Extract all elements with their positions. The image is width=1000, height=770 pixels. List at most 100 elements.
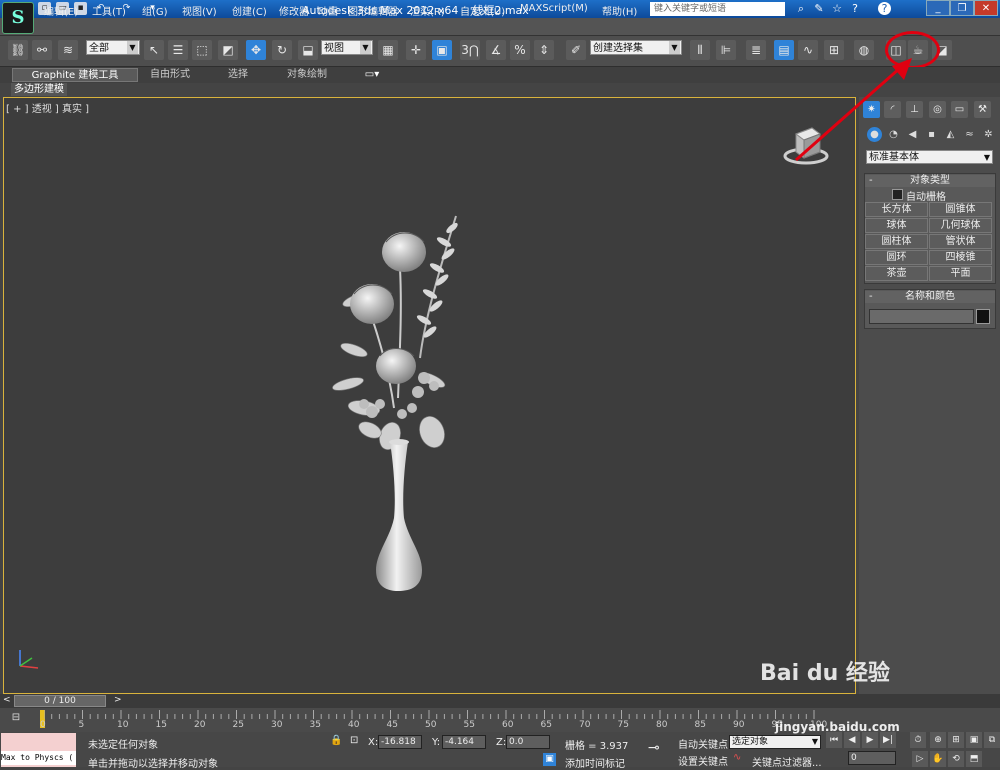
motion-panel-icon[interactable]: ◎ <box>929 101 946 118</box>
select-and-rotate-icon[interactable]: ↻ <box>272 40 292 60</box>
field-of-view-icon[interactable]: ▷ <box>912 751 928 767</box>
auto-key-label[interactable]: 自动关键点 <box>678 736 728 751</box>
y-coordinate-field[interactable]: -4.164 <box>442 735 486 749</box>
goto-start-icon[interactable]: ⏮ <box>826 732 842 748</box>
select-manipulate-icon[interactable]: ✛ <box>406 40 426 60</box>
named-selection-dropdown[interactable]: 创建选择集 ▼ <box>590 40 682 55</box>
display-panel-icon[interactable]: ▭ <box>951 101 968 118</box>
time-slider-track[interactable] <box>0 694 1000 708</box>
cylinder-button[interactable]: 圆柱体 <box>865 234 928 249</box>
menu-create[interactable]: 创建(C) <box>232 3 267 18</box>
zoom-extents-icon[interactable]: ▣ <box>966 732 982 748</box>
pivot-center-icon[interactable]: ▦ <box>378 40 398 60</box>
utilities-panel-icon[interactable]: ⚒ <box>974 101 991 118</box>
helpers-icon[interactable]: ◭ <box>943 127 958 142</box>
x-coordinate-field[interactable]: -16.818 <box>378 735 422 749</box>
close-button[interactable]: ✕ <box>974 0 998 16</box>
search-input[interactable]: 键入关键字或短语 <box>650 2 785 16</box>
spinner-snap-icon[interactable]: ⇕ <box>534 40 554 60</box>
next-frame-icon[interactable]: ▶| <box>880 732 896 748</box>
tab-graphite-modeling[interactable]: Graphite 建模工具 <box>12 68 138 82</box>
rollout-header-name-color[interactable]: - 名称和颜色 <box>865 291 995 303</box>
object-color-swatch[interactable] <box>976 309 990 324</box>
box-button[interactable]: 长方体 <box>865 202 928 217</box>
menu-help[interactable]: 帮助(H) <box>602 3 637 18</box>
menu-group[interactable]: 组(G) <box>142 3 168 18</box>
minimize-button[interactable]: _ <box>926 0 950 16</box>
pan-icon[interactable]: ✋ <box>930 751 946 767</box>
subtab-polygon-modeling[interactable]: 多边形建模 <box>11 83 67 96</box>
help-icon[interactable]: ? <box>878 2 891 15</box>
systems-icon[interactable]: ✲ <box>981 127 996 142</box>
set-key-label[interactable]: 设置关键点 <box>678 753 728 768</box>
time-config-icon[interactable]: ⏱ <box>910 732 926 748</box>
torus-button[interactable]: 圆环 <box>865 250 928 265</box>
restore-button[interactable]: ❐ <box>950 0 974 16</box>
geosphere-button[interactable]: 几何球体 <box>929 218 992 233</box>
select-by-name-icon[interactable]: ☰ <box>168 40 188 60</box>
window-crossing-icon[interactable]: ◩ <box>218 40 238 60</box>
bind-space-warp-icon[interactable]: ≋ <box>58 40 78 60</box>
current-frame-field[interactable]: 0 <box>848 751 896 765</box>
menu-customize[interactable]: 自定义(U) <box>460 3 505 18</box>
menu-maxscript[interactable]: MAXScript(M) <box>520 3 588 14</box>
zoom-extents-all-icon[interactable]: ⧉ <box>984 732 1000 748</box>
menu-view[interactable]: 视图(V) <box>182 3 217 18</box>
select-object-icon[interactable]: ↖ <box>144 40 164 60</box>
maximize-viewport-icon[interactable]: ⬒ <box>966 751 982 767</box>
binoculars-icon[interactable]: ⌕ <box>794 2 808 16</box>
lock-icon[interactable]: 🔒 <box>330 735 342 746</box>
selection-filter-dropdown[interactable]: 全部 ▼ <box>86 40 140 55</box>
cone-button[interactable]: 圆锥体 <box>929 202 992 217</box>
plane-button[interactable]: 平面 <box>929 266 992 281</box>
mirror-icon[interactable]: ⫴ <box>690 40 710 60</box>
percent-snap-icon[interactable]: % <box>510 40 530 60</box>
key-mode-dropdown[interactable]: 选定对象 ▼ <box>729 735 821 749</box>
select-and-scale-icon[interactable]: ⬓ <box>298 40 318 60</box>
menu-tools[interactable]: 工具(T) <box>92 3 126 18</box>
menu-edit[interactable]: 编辑(E) <box>44 3 78 18</box>
z-coordinate-field[interactable]: 0.0 <box>506 735 550 749</box>
play-icon[interactable]: ▶ <box>862 732 878 748</box>
select-and-move-icon[interactable]: ✥ <box>246 40 266 60</box>
question-icon[interactable]: ? <box>848 2 862 16</box>
mini-curve-editor-icon[interactable]: ⊟ <box>8 712 24 726</box>
absolute-mode-icon[interactable]: ⊡ <box>350 735 358 746</box>
orbit-icon[interactable]: ⟲ <box>948 751 964 767</box>
sphere-button[interactable]: 球体 <box>865 218 928 233</box>
menu-rendering[interactable]: 渲染(R) <box>410 3 445 18</box>
tab-selection[interactable]: 选择 <box>226 68 250 82</box>
align-icon[interactable]: ⊫ <box>716 40 736 60</box>
time-next-icon[interactable]: > <box>114 695 122 705</box>
prev-frame-icon[interactable]: ◀ <box>844 732 860 748</box>
maxscript-input[interactable]: Max to Physcs ( <box>1 751 76 765</box>
zoom-all-icon[interactable]: ⊞ <box>948 732 964 748</box>
add-time-tag-icon[interactable]: ▣ <box>543 753 556 766</box>
app-logo-icon[interactable]: S <box>2 2 34 34</box>
edit-named-selection-icon[interactable]: ✐ <box>566 40 586 60</box>
ribbon-options-icon[interactable]: ▭▾ <box>362 68 382 82</box>
add-time-tag[interactable]: 添加时间标记 <box>565 755 625 770</box>
zoom-icon[interactable]: ⊕ <box>930 732 946 748</box>
tools-icon[interactable]: ✎ <box>812 2 826 16</box>
reference-coord-dropdown[interactable]: 视图 ▼ <box>321 40 373 55</box>
angle-snap-icon[interactable]: ∡ <box>486 40 506 60</box>
time-prev-icon[interactable]: < <box>3 695 11 705</box>
select-link-icon[interactable]: ⛓ <box>8 40 28 60</box>
space-warps-icon[interactable]: ≈ <box>962 127 977 142</box>
tab-freeform[interactable]: 自由形式 <box>150 68 190 82</box>
menu-animation[interactable]: 动画 <box>318 3 338 18</box>
autogrid-checkbox[interactable] <box>892 189 903 200</box>
teapot-button[interactable]: 茶壶 <box>865 266 928 281</box>
rectangular-selection-icon[interactable]: ⬚ <box>192 40 212 60</box>
layer-manager-icon[interactable]: ≣ <box>746 40 766 60</box>
snaps-toggle-icon[interactable]: 3⋂ <box>460 40 480 60</box>
tab-object-paint[interactable]: 对象绘制 <box>286 68 328 82</box>
menu-graph-editors[interactable]: 图形编辑器 <box>348 3 398 18</box>
tube-button[interactable]: 管状体 <box>929 234 992 249</box>
rollout-header-object-type[interactable]: - 对象类型 <box>865 175 995 187</box>
pyramid-button[interactable]: 四棱锥 <box>929 250 992 265</box>
keyboard-shortcut-override-icon[interactable]: ▣ <box>432 40 452 60</box>
time-slider[interactable]: 0 / 100 <box>14 695 106 707</box>
object-name-input[interactable] <box>869 309 974 324</box>
